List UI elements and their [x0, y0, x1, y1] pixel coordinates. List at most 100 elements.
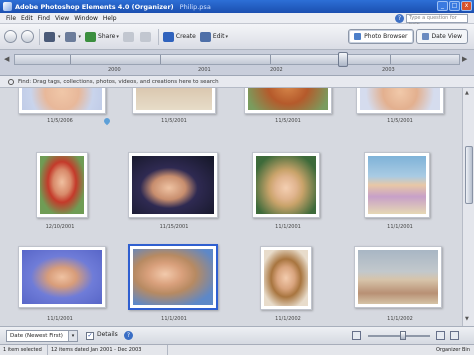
status-items-shown: 12 items dated Jan 2001 - Dec 2003: [48, 345, 168, 355]
photo-item[interactable]: 11/1/2002: [232, 244, 344, 322]
menu-window[interactable]: Window: [74, 15, 98, 22]
photo-item[interactable]: 11/5/2001: [344, 88, 456, 124]
help-search-input[interactable]: Type a question for help: [406, 14, 468, 28]
photo-thumbnail[interactable]: [356, 88, 444, 114]
timeline-tick: [390, 55, 391, 64]
menu-edit[interactable]: Edit: [21, 15, 33, 22]
thumbnail-size-knob[interactable]: [400, 331, 406, 340]
timeline-slider-thumb[interactable]: [338, 52, 348, 67]
share-icon: [85, 31, 97, 42]
scroll-up-arrow[interactable]: ▲: [465, 90, 469, 96]
menu-view[interactable]: View: [55, 15, 69, 22]
view-tabs: Photo Browser Date View: [348, 29, 468, 44]
photo-item[interactable]: 11/5/2006: [4, 88, 116, 126]
timeline-year: 2001: [198, 67, 211, 73]
edit-icon: [199, 31, 211, 42]
bottom-bar: Date (Newest First) ▾ ✓ Details ?: [0, 326, 474, 344]
photo-date: 12/10/2001: [45, 224, 75, 230]
view-options-button[interactable]: ▾: [64, 29, 82, 45]
view-options-caret: ▾: [78, 33, 82, 40]
photo-image: [358, 250, 438, 304]
timeline: ◀ ▶ 2000 2001 2002 2003: [0, 50, 474, 76]
photo-date: 11/5/2001: [387, 118, 413, 124]
photo-image: [248, 88, 328, 110]
share-button[interactable]: Share ▾: [85, 29, 119, 45]
small-thumbnails-icon[interactable]: [352, 331, 361, 340]
organizer-bin-toggle[interactable]: Organizer Bin: [436, 345, 470, 355]
photo-date: 11/1/2001: [275, 224, 301, 230]
minimize-button[interactable]: _: [437, 1, 448, 11]
redo-button[interactable]: [139, 29, 153, 45]
find-bar[interactable]: Find: Drag tags, collections, photos, vi…: [0, 76, 474, 88]
edit-button[interactable]: Edit ▾: [199, 29, 228, 45]
photo-image: [22, 250, 102, 304]
vertical-scrollbar[interactable]: ▲ ▼: [462, 88, 474, 326]
photo-thumbnail[interactable]: [132, 88, 216, 114]
photo-item[interactable]: 11/15/2001: [118, 152, 230, 230]
photo-thumbnail[interactable]: [354, 246, 442, 308]
tab-date-view[interactable]: Date View: [415, 29, 468, 44]
status-bar: 1 item selected 12 items dated Jan 2001 …: [0, 344, 474, 355]
tab-photo-browser[interactable]: Photo Browser: [348, 29, 414, 44]
photo-thumbnail[interactable]: [244, 88, 332, 114]
menu-bar: File Edit Find View Window Help ? Type a…: [0, 13, 474, 28]
photo-item[interactable]: 11/5/2001: [118, 88, 230, 124]
photo-image: [133, 249, 213, 305]
undo-button[interactable]: [122, 29, 136, 45]
photo-thumbnail[interactable]: [364, 152, 430, 218]
title-bar: Adobe Photoshop Elements 4.0 (Organizer)…: [0, 0, 474, 13]
get-photos-button[interactable]: ▾: [44, 29, 61, 45]
photo-image: [40, 156, 84, 214]
maximize-button[interactable]: □: [449, 1, 460, 11]
photo-item[interactable]: 11/1/2001: [4, 244, 116, 322]
window-filename: Philip.psa: [179, 2, 211, 11]
photo-item[interactable]: 11/1/2001: [118, 244, 230, 322]
calendar-icon: [421, 33, 429, 40]
details-checkbox[interactable]: ✓: [86, 332, 94, 340]
create-button[interactable]: Create: [162, 29, 196, 45]
photo-item[interactable]: 11/1/2001: [232, 152, 344, 230]
chevron-down-icon: ▾: [68, 331, 77, 341]
photo-thumbnail[interactable]: [128, 152, 218, 218]
timeline-track[interactable]: [14, 54, 460, 65]
large-thumbnails-icon[interactable]: [436, 331, 445, 340]
back-button[interactable]: [4, 29, 17, 45]
grid-icon: [64, 31, 76, 42]
photo-item[interactable]: 11/1/2002: [344, 244, 456, 322]
help-icon[interactable]: ?: [124, 331, 133, 340]
forward-button[interactable]: [21, 29, 34, 45]
scrollbar-thumb[interactable]: [465, 146, 473, 204]
scroll-down-arrow[interactable]: ▼: [465, 316, 469, 322]
timeline-year: 2003: [382, 67, 395, 73]
single-photo-view-icon[interactable]: [450, 331, 459, 340]
window-title: Adobe Photoshop Elements 4.0 (Organizer): [15, 2, 174, 11]
photo-image: [136, 88, 212, 110]
close-button[interactable]: x: [461, 1, 472, 11]
photo-item[interactable]: 12/10/2001: [4, 152, 116, 230]
photo-grid: 11/5/2006 11/5/2001 11/5/2001 11/5/2001 …: [0, 88, 462, 326]
photo-item[interactable]: 11/1/2001: [344, 152, 456, 230]
photo-thumbnail[interactable]: [18, 88, 106, 114]
photo-thumbnail[interactable]: [260, 246, 312, 310]
get-photos-caret: ▾: [58, 33, 61, 40]
main-toolbar: ▾ ▾ Share ▾ Create Edit ▾ Photo Browser …: [0, 24, 474, 50]
photo-thumbnail[interactable]: [18, 246, 106, 308]
photo-date: 11/1/2001: [387, 224, 413, 230]
help-question-icon: ?: [395, 14, 404, 23]
thumbnail-size-slider[interactable]: [368, 335, 430, 337]
photo-thumbnail[interactable]: [252, 152, 320, 218]
menu-find[interactable]: Find: [38, 15, 50, 22]
menu-file[interactable]: File: [6, 15, 16, 22]
timeline-left-arrow[interactable]: ◀: [4, 55, 9, 63]
photo-thumbnail-selected[interactable]: [128, 244, 218, 310]
timeline-right-arrow[interactable]: ▶: [462, 55, 467, 63]
menu-help[interactable]: Help: [103, 15, 117, 22]
timeline-tick: [70, 55, 71, 64]
photo-image: [264, 250, 308, 306]
sort-order-select[interactable]: Date (Newest First) ▾: [6, 330, 78, 342]
status-selected: 1 item selected: [0, 345, 48, 355]
tab-date-view-label: Date View: [431, 33, 463, 40]
photo-item[interactable]: 11/5/2001: [232, 88, 344, 124]
photo-thumbnail[interactable]: [36, 152, 88, 218]
tab-photo-browser-label: Photo Browser: [364, 33, 408, 40]
